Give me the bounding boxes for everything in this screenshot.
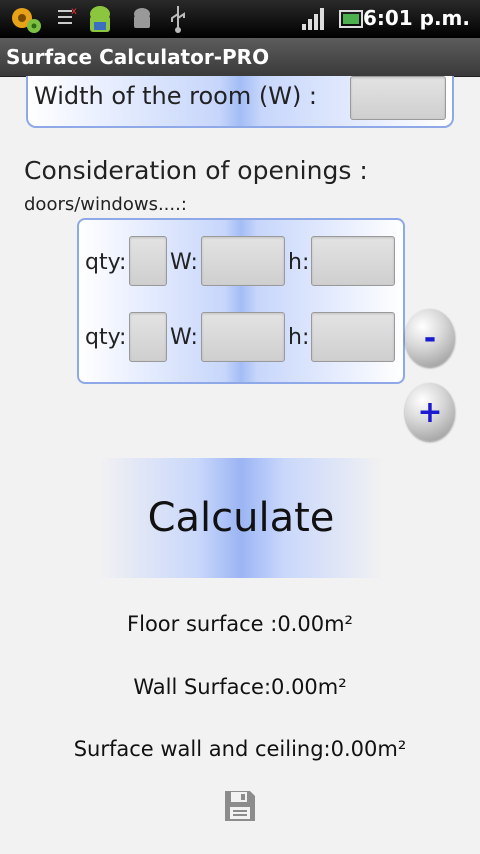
wall-surface-result: Wall Surface:0.00m² [133, 675, 347, 699]
gear-notification-icon [12, 8, 41, 33]
height-label: h: [288, 250, 310, 275]
qty-input-1[interactable] [129, 236, 167, 286]
add-opening-button[interactable]: + [405, 383, 455, 441]
status-bar: x 6:01 p.m. [0, 0, 480, 38]
height-input-1[interactable] [311, 236, 395, 286]
android-debug-icon [134, 8, 150, 28]
width-label: Width of the room (W) : [34, 82, 318, 110]
openings-panel: qty: W: h: qty: W: h: [77, 218, 405, 384]
qty-input-2[interactable] [129, 312, 167, 362]
usb-icon [171, 6, 185, 33]
app-title: Surface Calculator-PRO [6, 45, 270, 69]
width-input-2[interactable] [201, 312, 285, 362]
width-input[interactable] [350, 76, 446, 120]
calculate-label: Calculate [147, 495, 335, 541]
save-icon[interactable] [222, 788, 258, 824]
width-label: W: [170, 250, 198, 275]
openings-subheading: doors/windows....: [24, 194, 187, 215]
status-time: 6:01 p.m. [362, 6, 470, 30]
qty-label: qty: [85, 250, 127, 275]
width-input-1[interactable] [201, 236, 285, 286]
calculate-button[interactable]: Calculate [98, 458, 384, 578]
remove-opening-button[interactable]: - [405, 309, 455, 367]
floor-surface-result: Floor surface :0.00m² [127, 612, 353, 636]
qty-label: qty: [85, 325, 127, 350]
openings-heading: Consideration of openings : [24, 156, 368, 185]
height-input-2[interactable] [311, 312, 395, 362]
tasks-icon: x [58, 6, 77, 24]
minus-icon: - [423, 320, 437, 356]
wall-ceiling-surface-result: Surface wall and ceiling:0.00m² [73, 737, 407, 761]
width-label: W: [170, 325, 198, 350]
width-panel: Width of the room (W) : [26, 76, 454, 128]
height-label: h: [288, 325, 310, 350]
android-icon [90, 6, 110, 32]
app-title-bar: Surface Calculator-PRO [0, 38, 480, 77]
plus-icon: + [417, 394, 443, 430]
signal-icon [302, 8, 324, 30]
svg-text:x: x [71, 6, 77, 17]
battery-icon [339, 10, 363, 28]
